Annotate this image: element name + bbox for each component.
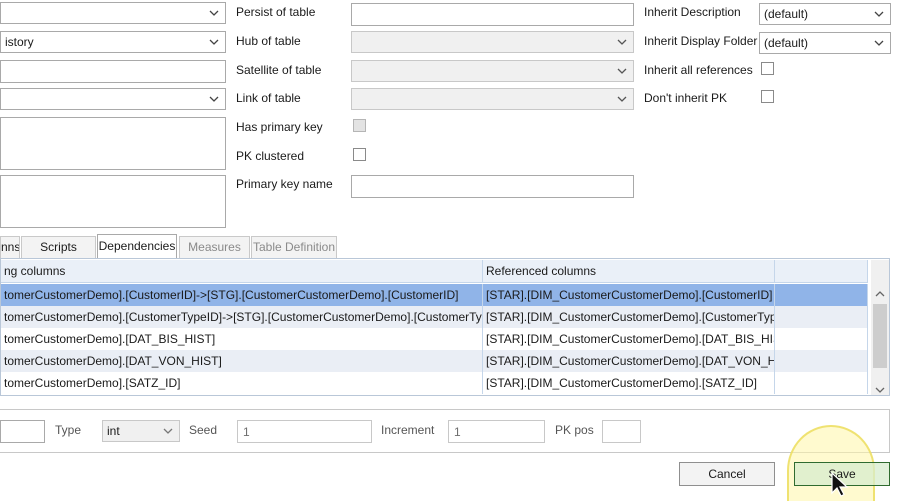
increment-label: Increment xyxy=(381,423,435,437)
pk-name-input[interactable] xyxy=(351,175,634,198)
left-select-history-value: istory xyxy=(5,35,34,49)
pk-clustered-label: PK clustered xyxy=(236,149,305,163)
tab-table-definition[interactable]: Table Definition xyxy=(251,236,337,258)
chevron-down-icon xyxy=(874,38,884,48)
row-referencing-cell: tomerCustomerDemo].[DAT_BIS_HIST] xyxy=(1,328,483,350)
row-extra-cell xyxy=(775,306,868,328)
inherit-folder-value: (default) xyxy=(764,36,809,50)
table-row[interactable]: tomerCustomerDemo].[DAT_VON_HIST] [STAR]… xyxy=(1,350,868,372)
row-referencing-cell: tomerCustomerDemo].[CustomerTypeID]->[ST… xyxy=(1,306,483,328)
increment-input[interactable]: 1 xyxy=(448,420,545,443)
increment-value: 1 xyxy=(454,424,461,439)
hub-label: Hub of table xyxy=(236,34,301,48)
row-referenced-cell: [STAR].[DIM_CustomerCustomerDemo].[DAT_B… xyxy=(483,328,775,350)
grid-header-row: ng columns Referenced columns xyxy=(1,260,868,283)
pk-pos-input[interactable] xyxy=(602,420,641,443)
chevron-down-icon xyxy=(209,8,219,18)
row-extra-cell xyxy=(775,284,868,306)
left-select-3[interactable] xyxy=(0,88,226,110)
left-textarea-2[interactable] xyxy=(0,175,226,228)
tab-columns[interactable]: nns xyxy=(0,236,20,258)
tab-dependencies[interactable]: Dependencies xyxy=(97,234,177,258)
tab-measures[interactable]: Measures xyxy=(179,236,250,258)
scrollbar-thumb[interactable] xyxy=(873,304,887,368)
inherit-folder-label: Inherit Display Folder xyxy=(644,34,758,48)
grid-scrollbar[interactable] xyxy=(871,260,889,395)
grid-header-extra xyxy=(775,260,868,282)
chevron-down-icon xyxy=(617,94,627,104)
chevron-down-icon xyxy=(874,9,884,19)
seed-value: 1 xyxy=(243,424,250,439)
table-row[interactable]: tomerCustomerDemo].[CustomerID]->[STG].[… xyxy=(1,284,868,306)
hub-select[interactable] xyxy=(351,31,634,53)
inherit-refs-checkbox[interactable] xyxy=(761,62,774,75)
type-select[interactable]: int xyxy=(102,420,180,442)
link-label: Link of table xyxy=(236,91,301,105)
inherit-desc-label: Inherit Description xyxy=(644,5,741,19)
dependencies-grid[interactable]: ng columns Referenced columns tomerCusto… xyxy=(0,258,890,396)
row-extra-cell xyxy=(775,350,868,372)
inherit-desc-value: (default) xyxy=(764,7,809,21)
table-row[interactable]: tomerCustomerDemo].[SATZ_ID] [STAR].[DIM… xyxy=(1,372,868,394)
chevron-down-icon xyxy=(617,37,627,47)
type-label: Type xyxy=(55,423,82,437)
grid-header-referencing-columns[interactable]: ng columns xyxy=(1,260,483,282)
type-select-value: int xyxy=(107,424,120,438)
row-referenced-cell: [STAR].[DIM_CustomerCustomerDemo].[Custo… xyxy=(483,306,775,328)
persist-input[interactable] xyxy=(351,3,634,26)
seed-input[interactable]: 1 xyxy=(237,420,372,443)
tab-scripts[interactable]: Scripts xyxy=(21,236,96,258)
satellite-select[interactable] xyxy=(351,60,634,82)
satellite-label: Satellite of table xyxy=(236,63,322,77)
chevron-down-icon xyxy=(617,66,627,76)
pk-name-label: Primary key name xyxy=(236,177,333,191)
row-referenced-cell: [STAR].[DIM_CustomerCustomerDemo].[Custo… xyxy=(483,284,775,306)
grid-header-referenced-columns[interactable]: Referenced columns xyxy=(483,260,775,282)
table-row[interactable]: tomerCustomerDemo].[CustomerTypeID]->[ST… xyxy=(1,306,868,328)
left-select-1[interactable] xyxy=(0,2,226,24)
has-pk-label: Has primary key xyxy=(236,120,323,134)
row-referenced-cell: [STAR].[DIM_CustomerCustomerDemo].[DAT_V… xyxy=(483,350,775,372)
row-referencing-cell: tomerCustomerDemo].[DAT_VON_HIST] xyxy=(1,350,483,372)
left-select-history[interactable]: istory xyxy=(0,31,226,53)
chevron-down-icon xyxy=(163,426,173,436)
left-textarea-1[interactable] xyxy=(0,117,226,170)
row-referenced-cell: [STAR].[DIM_CustomerCustomerDemo].[SATZ_… xyxy=(483,372,775,394)
identity-panel: Type int Seed 1 Increment 1 PK pos xyxy=(0,409,890,453)
scroll-down-icon[interactable] xyxy=(875,384,885,394)
cancel-button[interactable]: Cancel xyxy=(679,462,775,486)
chevron-down-icon xyxy=(209,37,219,47)
inherit-folder-select[interactable]: (default) xyxy=(759,32,891,54)
link-select[interactable] xyxy=(351,88,634,110)
has-pk-checkbox[interactable] xyxy=(353,119,366,132)
row-referencing-cell: tomerCustomerDemo].[CustomerID]->[STG].[… xyxy=(1,284,483,306)
dont-inherit-pk-label: Don't inherit PK xyxy=(644,91,727,105)
row-extra-cell xyxy=(775,372,868,394)
dont-inherit-pk-checkbox[interactable] xyxy=(761,90,774,103)
pk-pos-label: PK pos xyxy=(555,423,594,437)
persist-label: Persist of table xyxy=(236,5,316,19)
scroll-up-icon[interactable] xyxy=(875,288,885,298)
left-input-1[interactable] xyxy=(0,60,226,83)
pk-clustered-checkbox[interactable] xyxy=(353,148,366,161)
identity-first-input[interactable] xyxy=(0,420,45,443)
inherit-refs-label: Inherit all references xyxy=(644,63,753,77)
chevron-down-icon xyxy=(209,94,219,104)
row-extra-cell xyxy=(775,328,868,350)
table-row[interactable]: tomerCustomerDemo].[DAT_BIS_HIST] [STAR]… xyxy=(1,328,868,350)
inherit-desc-select[interactable]: (default) xyxy=(759,3,891,25)
row-referencing-cell: tomerCustomerDemo].[SATZ_ID] xyxy=(1,372,483,394)
seed-label: Seed xyxy=(189,423,218,437)
mouse-cursor-icon xyxy=(831,471,849,498)
